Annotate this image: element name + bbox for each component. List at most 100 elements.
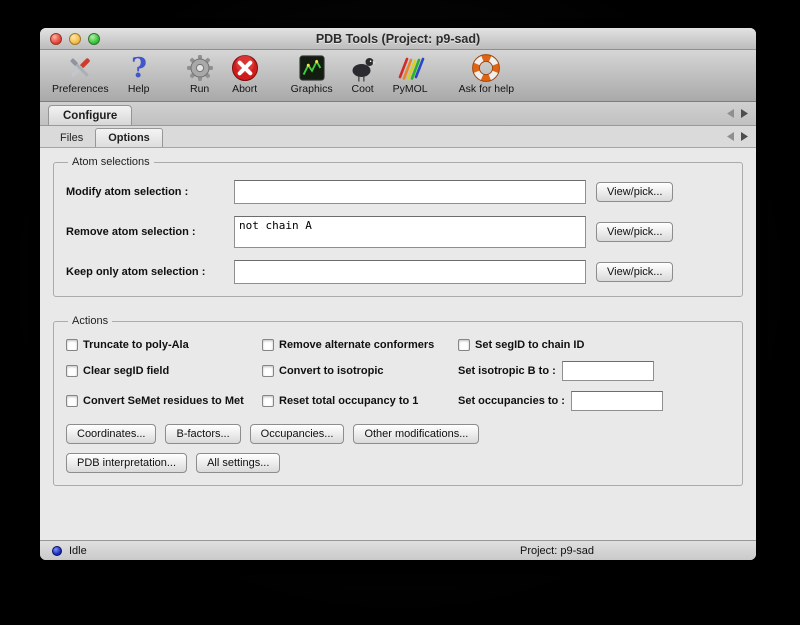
- coordinates-button[interactable]: Coordinates...: [66, 424, 156, 444]
- checkbox-remove-alternate-conformers[interactable]: Remove alternate conformers: [262, 339, 458, 351]
- window-controls: [50, 28, 100, 49]
- tab-options-label: Options: [108, 132, 150, 144]
- b-factors-button[interactable]: B-factors...: [165, 424, 240, 444]
- toolbar-ask-for-help-button[interactable]: Ask for help: [459, 53, 514, 95]
- checkbox-label: Clear segID field: [83, 365, 169, 377]
- checkbox-icon[interactable]: [66, 395, 78, 407]
- remove-atom-selection-label: Remove atom selection :: [66, 226, 234, 238]
- sub-tab-scroll-controls: [727, 126, 748, 147]
- tab-scroll-right-icon[interactable]: [741, 109, 748, 118]
- actions-buttons-row-1: Coordinates... B-factors... Occupancies.…: [66, 424, 730, 444]
- lifebuoy-icon: [471, 53, 501, 83]
- keep-only-viewpick-button[interactable]: View/pick...: [596, 262, 673, 282]
- close-window-button[interactable]: [50, 33, 62, 45]
- checkbox-label: Reset total occupancy to 1: [279, 395, 418, 407]
- actions-group-title: Actions: [68, 315, 112, 327]
- remove-viewpick-button[interactable]: View/pick...: [596, 222, 673, 242]
- status-indicator-icon: [52, 546, 62, 556]
- occupancies-button[interactable]: Occupancies...: [250, 424, 345, 444]
- pymol-ribbon-icon: [395, 53, 425, 83]
- checkbox-label: Set segID to chain ID: [475, 339, 584, 351]
- title-bar[interactable]: PDB Tools (Project: p9-sad): [40, 28, 756, 50]
- preferences-tools-icon: [65, 53, 95, 83]
- status-bar: Idle Project: p9-sad: [40, 540, 756, 560]
- pdb-tools-window: PDB Tools (Project: p9-sad) Preferences …: [40, 28, 756, 560]
- checkbox-reset-total-occupancy[interactable]: Reset total occupancy to 1: [262, 395, 458, 407]
- tab-options[interactable]: Options: [95, 128, 163, 147]
- remove-atom-selection-input[interactable]: not chain A: [234, 216, 586, 248]
- coot-bird-icon: [348, 53, 378, 83]
- atom-selections-group-title: Atom selections: [68, 156, 154, 168]
- zoom-window-button[interactable]: [88, 33, 100, 45]
- toolbar-label: PyMOL: [393, 83, 428, 95]
- window-title: PDB Tools (Project: p9-sad): [316, 32, 480, 46]
- checkbox-convert-semet-to-met[interactable]: Convert SeMet residues to Met: [66, 395, 262, 407]
- toolbar-label: Help: [128, 83, 150, 95]
- checkbox-icon[interactable]: [66, 365, 78, 377]
- abort-x-icon: [230, 53, 260, 83]
- toolbar-preferences-button[interactable]: Preferences: [52, 53, 109, 95]
- toolbar-label: Graphics: [291, 83, 333, 95]
- checkbox-icon[interactable]: [262, 365, 274, 377]
- toolbar: Preferences ? Help: [40, 50, 756, 102]
- checkbox-label: Remove alternate conformers: [279, 339, 434, 351]
- modify-atom-selection-row: Modify atom selection : View/pick...: [66, 180, 730, 204]
- status-text: Idle: [69, 545, 87, 557]
- help-question-icon: ?: [124, 53, 154, 83]
- toolbar-label: Run: [190, 83, 209, 95]
- checkbox-truncate-poly-ala[interactable]: Truncate to poly-Ala: [66, 339, 262, 351]
- actions-grid: Truncate to poly-Ala Remove alternate co…: [66, 339, 730, 411]
- sub-tab-scroll-left-icon[interactable]: [727, 132, 734, 141]
- keep-only-atom-selection-label: Keep only atom selection :: [66, 266, 234, 278]
- checkbox-set-segid-to-chain-id[interactable]: Set segID to chain ID: [458, 339, 730, 351]
- checkbox-convert-to-isotropic[interactable]: Convert to isotropic: [262, 365, 458, 377]
- pdb-interpretation-button[interactable]: PDB interpretation...: [66, 453, 187, 473]
- minimize-window-button[interactable]: [69, 33, 81, 45]
- toolbar-coot-button[interactable]: Coot: [348, 53, 378, 95]
- toolbar-label: Ask for help: [459, 83, 514, 95]
- project-label: Project: p9-sad: [520, 545, 594, 557]
- toolbar-label: Coot: [352, 83, 374, 95]
- checkbox-icon[interactable]: [262, 339, 274, 351]
- toolbar-help-button[interactable]: ? Help: [124, 53, 154, 95]
- remove-atom-selection-row: Remove atom selection : not chain A View…: [66, 216, 730, 248]
- options-panel: Atom selections Modify atom selection : …: [40, 148, 756, 540]
- sub-tab-scroll-right-icon[interactable]: [741, 132, 748, 141]
- all-settings-button[interactable]: All settings...: [196, 453, 280, 473]
- toolbar-label: Abort: [232, 83, 257, 95]
- toolbar-label: Preferences: [52, 83, 109, 95]
- atom-selections-group: Atom selections Modify atom selection : …: [53, 156, 743, 297]
- other-modifications-button[interactable]: Other modifications...: [353, 424, 479, 444]
- tab-scroll-left-icon[interactable]: [727, 109, 734, 118]
- toolbar-run-button[interactable]: Run: [185, 53, 215, 95]
- toolbar-pymol-button[interactable]: PyMOL: [393, 53, 428, 95]
- checkbox-icon[interactable]: [458, 339, 470, 351]
- actions-buttons-row-2: PDB interpretation... All settings...: [66, 453, 730, 473]
- set-occupancies-label: Set occupancies to :: [458, 395, 565, 407]
- set-occupancies-input[interactable]: [571, 391, 663, 411]
- checkbox-label: Truncate to poly-Ala: [83, 339, 189, 351]
- tab-files[interactable]: Files: [48, 128, 95, 147]
- checkbox-label: Convert to isotropic: [279, 365, 384, 377]
- set-occupancies-field: Set occupancies to :: [458, 391, 730, 411]
- keep-only-atom-selection-input[interactable]: [234, 260, 586, 284]
- main-tab-bar: Configure: [40, 102, 756, 126]
- actions-group: Actions Truncate to poly-Ala Remove alte…: [53, 315, 743, 486]
- modify-atom-selection-input[interactable]: [234, 180, 586, 204]
- tab-configure[interactable]: Configure: [48, 105, 132, 125]
- main-tab-scroll-controls: [727, 102, 748, 125]
- modify-viewpick-button[interactable]: View/pick...: [596, 182, 673, 202]
- checkbox-clear-segid-field[interactable]: Clear segID field: [66, 365, 262, 377]
- checkbox-icon[interactable]: [66, 339, 78, 351]
- checkbox-icon[interactable]: [262, 395, 274, 407]
- sub-tab-bar: Files Options: [40, 126, 756, 148]
- graphics-molecule-icon: [297, 53, 327, 83]
- checkbox-label: Convert SeMet residues to Met: [83, 395, 244, 407]
- toolbar-abort-button[interactable]: Abort: [230, 53, 260, 95]
- svg-text:?: ?: [131, 53, 147, 83]
- tab-configure-label: Configure: [63, 110, 117, 122]
- keep-only-atom-selection-row: Keep only atom selection : View/pick...: [66, 260, 730, 284]
- set-isotropic-b-input[interactable]: [562, 361, 654, 381]
- toolbar-graphics-button[interactable]: Graphics: [291, 53, 333, 95]
- modify-atom-selection-label: Modify atom selection :: [66, 186, 234, 198]
